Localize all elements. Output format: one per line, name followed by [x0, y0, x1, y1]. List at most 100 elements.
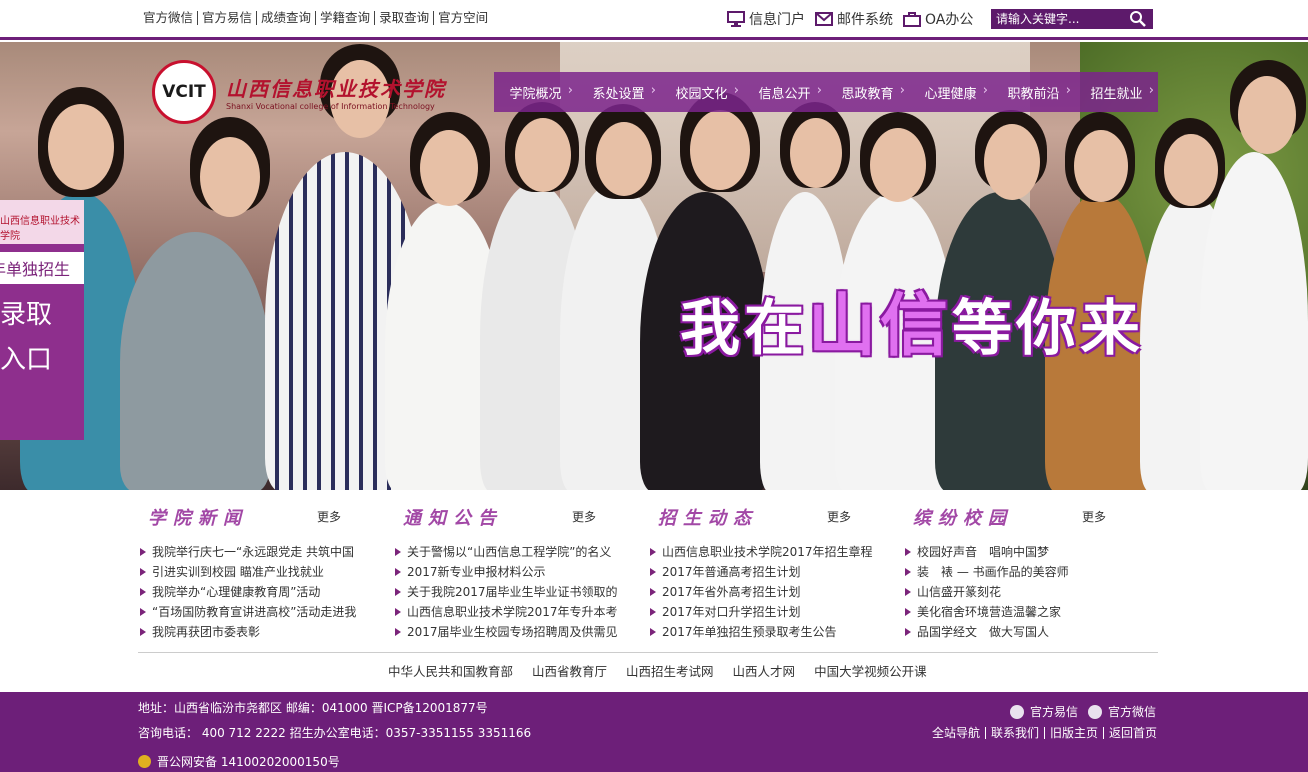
section-campus-life: 缤纷校园 更多 校园好声音 唱响中国梦 装 裱 — 书画作品的美容师 山信盛开篆…: [903, 500, 1158, 646]
promo-line-2: 式录取: [0, 300, 53, 330]
info-portal-link[interactable]: 信息门户: [727, 9, 805, 29]
student-face: [984, 124, 1040, 200]
student-face: [420, 130, 478, 206]
list-item[interactable]: 我院举行庆七一“永远跟党走 共筑中国: [138, 542, 356, 562]
search-box: [991, 9, 1153, 29]
mail-system-link[interactable]: 邮件系统: [815, 9, 893, 29]
list-item[interactable]: 我院再获团市委表彰: [138, 622, 356, 642]
oa-label: OA办公: [925, 12, 974, 28]
more-link[interactable]: 更多: [572, 508, 596, 525]
promo-line-1: 年单独招生: [0, 252, 84, 284]
list-item[interactable]: 我院举办“心理健康教育周”活动: [138, 582, 356, 602]
search-icon[interactable]: [1129, 10, 1147, 28]
student-face: [790, 118, 842, 188]
enrollment-promo-panel[interactable]: 山西信息职业技术学院 年单独招生 式录取 询入口: [0, 200, 84, 440]
news-list: 关于警惕以“山西信息工程学院”的名义 2017新专业申报材料公示 关于我院201…: [393, 542, 618, 642]
footer-social: 官方易信 官方微信: [1010, 703, 1166, 720]
system-links: 信息门户 邮件系统 OA办公: [727, 9, 983, 29]
list-item[interactable]: 校园好声音 唱响中国梦: [903, 542, 1069, 562]
list-item[interactable]: 引进实训到校园 瞄准产业找就业: [138, 562, 356, 582]
list-item[interactable]: 装 裱 — 书画作品的美容师: [903, 562, 1069, 582]
nav-item-mental-health[interactable]: 心理健康: [909, 83, 992, 102]
student-face: [1164, 134, 1218, 206]
main-navigation: 学院概况 系处设置 校园文化 信息公开 思政教育 心理健康 职教前沿 招生就业: [494, 72, 1158, 112]
list-item[interactable]: 关于我院2017届毕业生毕业证书领取的: [393, 582, 618, 602]
more-link[interactable]: 更多: [317, 508, 341, 525]
section-college-news: 学院新闻 更多 我院举行庆七一“永远跟党走 共筑中国 引进实训到校园 瞄准产业找…: [138, 500, 393, 646]
list-item[interactable]: 山信盛开篆刻花: [903, 582, 1069, 602]
school-logo[interactable]: VCIT 山西信息职业技术学院 Shanxi Vocational colleg…: [152, 60, 446, 124]
student-figure: [1200, 152, 1308, 490]
police-record-text: 晋公网安备 14100202000150号: [157, 755, 340, 769]
student-face: [596, 122, 652, 196]
section-title: 学院新闻: [148, 508, 248, 529]
friend-link-moe[interactable]: 中华人民共和国教育部: [388, 661, 513, 680]
top-link-admission[interactable]: 录取查询: [374, 11, 433, 25]
nav-item-admissions[interactable]: 招生就业: [1075, 83, 1158, 102]
police-badge-icon: [138, 755, 151, 768]
student-face: [48, 104, 114, 190]
slogan-part-2: 山信: [808, 287, 953, 366]
friend-links: 中华人民共和国教育部 山西省教育厅 山西招生考试网 山西人才网 中国大学视频公开…: [388, 661, 946, 680]
footer-links: 全站导航 联系我们 旧版主页 返回首页: [932, 727, 1162, 739]
nav-item-disclosure[interactable]: 信息公开: [743, 83, 826, 102]
list-item[interactable]: 2017年省外高考招生计划: [648, 582, 873, 602]
footer-police-record[interactable]: 晋公网安备 14100202000150号: [138, 753, 340, 770]
mail-system-label: 邮件系统: [837, 12, 893, 28]
friend-link-shanxi-edu[interactable]: 山西省教育厅: [532, 661, 607, 680]
section-title: 缤纷校园: [913, 508, 1013, 529]
list-item[interactable]: 2017届毕业生校园专场招聘周及供需见: [393, 622, 618, 642]
footer-link-home[interactable]: 返回首页: [1103, 727, 1162, 739]
news-list: 我院举行庆七一“永远跟党走 共筑中国 引进实训到校园 瞄准产业找就业 我院举办“…: [138, 542, 356, 642]
top-link-space[interactable]: 官方空间: [433, 11, 492, 25]
footer-link-contact[interactable]: 联系我们: [985, 727, 1044, 739]
logo-badge: VCIT: [152, 60, 216, 124]
friend-link-talent[interactable]: 山西人才网: [733, 661, 796, 680]
news-sections: 学院新闻 更多 我院举行庆七一“永远跟党走 共筑中国 引进实训到校园 瞄准产业找…: [138, 500, 1158, 646]
list-item[interactable]: 品国学经文 做大写国人: [903, 622, 1069, 642]
nav-item-departments[interactable]: 系处设置: [577, 83, 660, 102]
more-link[interactable]: 更多: [1082, 508, 1106, 525]
logo-text: 山西信息职业技术学院 Shanxi Vocational college of …: [226, 73, 446, 111]
top-link-wechat[interactable]: 官方微信: [140, 11, 197, 25]
search-input[interactable]: [991, 9, 1129, 29]
list-item[interactable]: 2017年单独招生预录取考生公告: [648, 622, 873, 642]
slogan-part-3: 等你来: [952, 294, 1145, 364]
top-link-yixin[interactable]: 官方易信: [197, 11, 256, 25]
list-item[interactable]: 山西信息职业技术学院2017年招生章程: [648, 542, 873, 562]
list-item[interactable]: 2017年对口升学招生计划: [648, 602, 873, 622]
footer-wechat-link[interactable]: 官方微信: [1108, 703, 1156, 720]
list-item[interactable]: 2017新专业申报材料公示: [393, 562, 618, 582]
mail-icon: [815, 12, 833, 26]
more-link[interactable]: 更多: [827, 508, 851, 525]
section-notices: 通知公告 更多 关于警惕以“山西信息工程学院”的名义 2017新专业申报材料公示…: [393, 500, 648, 646]
nav-item-culture[interactable]: 校园文化: [660, 83, 743, 102]
list-item[interactable]: 美化宿舍环境营造温馨之家: [903, 602, 1069, 622]
student-face: [1238, 76, 1296, 154]
footer-link-old-site[interactable]: 旧版主页: [1044, 727, 1103, 739]
news-list: 校园好声音 唱响中国梦 装 裱 — 书画作品的美容师 山信盛开篆刻花 美化宿舍环…: [903, 542, 1069, 642]
footer-yixin-link[interactable]: 官方易信: [1030, 703, 1078, 720]
footer-link-sitemap[interactable]: 全站导航: [932, 727, 985, 739]
footer-phone: 咨询电话： 400 712 2222 招生办公室电话：0357-3351155 …: [138, 726, 532, 740]
student-face: [870, 128, 926, 202]
top-link-grades[interactable]: 成绩查询: [256, 11, 315, 25]
footer-address: 地址：山西省临汾市尧都区 邮编：041000 晋ICP备12001877号: [138, 701, 488, 715]
info-portal-label: 信息门户: [749, 12, 805, 28]
briefcase-icon: [903, 11, 921, 27]
list-item[interactable]: 关于警惕以“山西信息工程学院”的名义: [393, 542, 618, 562]
top-link-status[interactable]: 学籍查询: [315, 11, 374, 25]
friend-link-open-courses[interactable]: 中国大学视频公开课: [814, 661, 927, 680]
friend-link-exam[interactable]: 山西招生考试网: [626, 661, 714, 680]
list-item[interactable]: 2017年普通高考招生计划: [648, 562, 873, 582]
nav-item-about[interactable]: 学院概况: [494, 83, 577, 102]
nav-item-ideology[interactable]: 思政教育: [826, 83, 909, 102]
logo-chinese-name: 山西信息职业技术学院: [226, 77, 446, 101]
student-face: [690, 110, 750, 190]
nav-item-vocational[interactable]: 职教前沿: [992, 83, 1075, 102]
list-item[interactable]: “百场国防教育宣讲进高校”活动走进我: [138, 602, 356, 622]
oa-link[interactable]: OA办公: [903, 9, 973, 29]
top-bar: 官方微信 官方易信 成绩查询 学籍查询 录取查询 官方空间 信息门户 邮件系统 …: [0, 0, 1308, 40]
list-item[interactable]: 山西信息职业技术学院2017年专升本考: [393, 602, 618, 622]
section-title: 招生动态: [658, 508, 758, 529]
